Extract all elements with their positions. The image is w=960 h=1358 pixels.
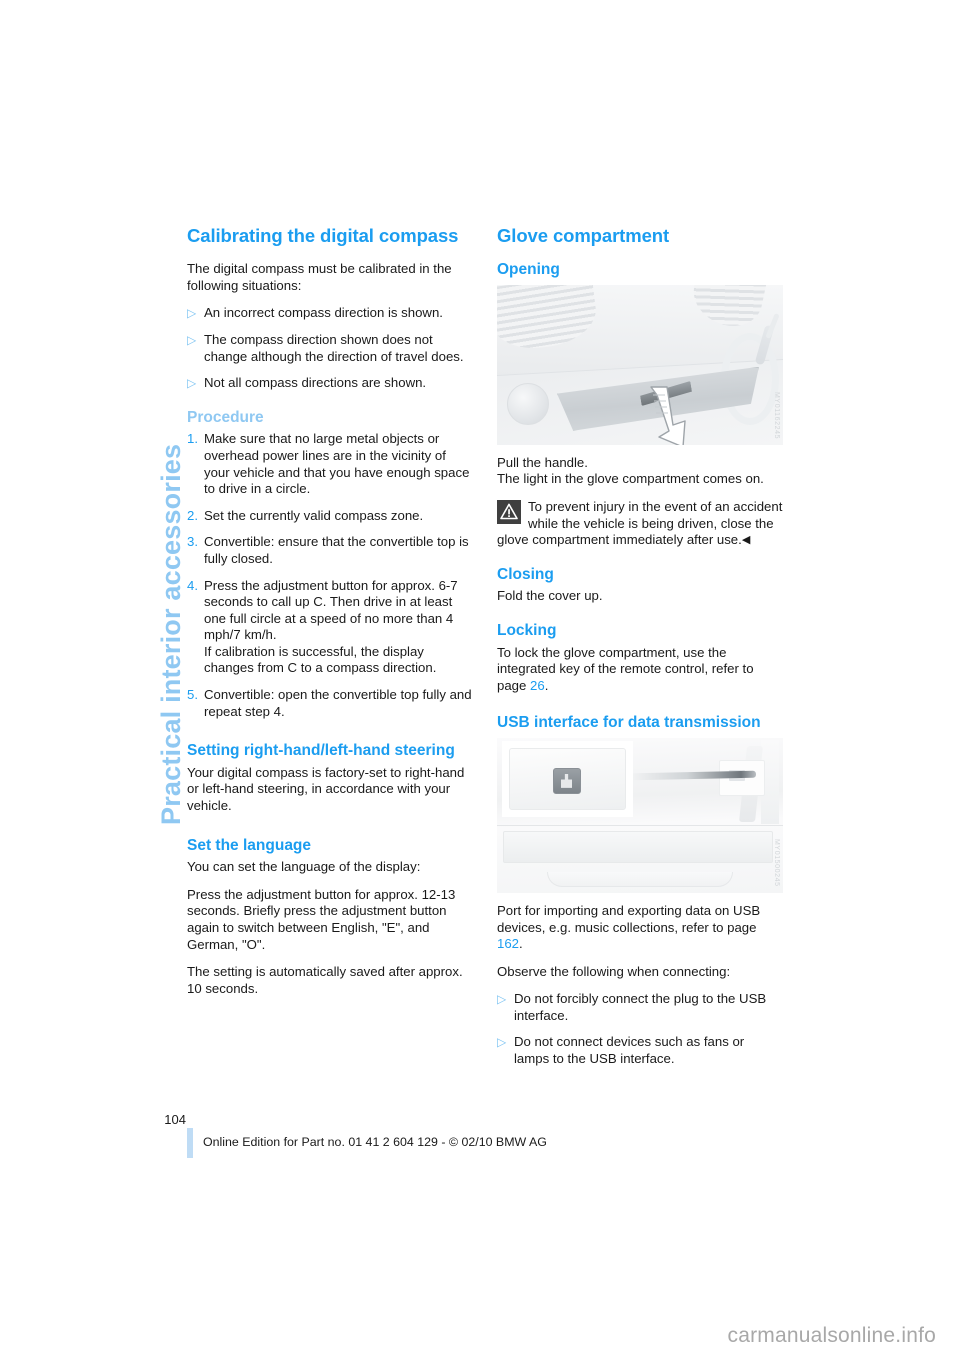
list-item: 5. Convertible: open the convertible top… — [187, 687, 473, 720]
locking-text-after: . — [544, 677, 549, 693]
triangle-bullet-icon: ▷ — [187, 376, 197, 391]
step-text: Convertible: open the convertible top fu… — [204, 687, 472, 719]
list-item-text: Do not connect devices such as fans or l… — [514, 1034, 745, 1067]
step-number: 4. — [187, 577, 198, 593]
warning-text: To prevent injury in the event of an acc… — [497, 498, 783, 548]
list-item: 2. Set the currently valid compass zone. — [187, 508, 473, 525]
pull-direction-arrow-icon — [650, 386, 686, 445]
list-item-text: The compass direction shown does not cha… — [204, 331, 464, 364]
usb-notes-list: ▷ Do not forcibly connect the plug to th… — [497, 991, 783, 1067]
right-column: Glove compartment Opening MY01162245 Pul… — [497, 225, 783, 1079]
list-item: 4. Press the adjustment button for appro… — [187, 578, 473, 678]
page-reference-162[interactable]: 162 — [497, 936, 519, 951]
triangle-bullet-icon: ▷ — [497, 992, 507, 1007]
language-text-1: You can set the language of the display: — [187, 859, 421, 875]
compass-situations-list: ▷ An incorrect compass direction is show… — [187, 305, 473, 391]
heading-calibrating-digital-compass: Calibrating the digital compass — [187, 225, 459, 246]
step-text: Convertible: ensure that the convertible… — [204, 534, 469, 566]
list-item: ▷ An incorrect compass direction is show… — [187, 305, 473, 322]
triangle-bullet-icon: ▷ — [497, 1035, 507, 1050]
language-text-3: The setting is automatically saved after… — [187, 964, 463, 996]
list-item-text: Do not forcibly connect the plug to the … — [514, 991, 767, 1023]
list-item: ▷ Do not forcibly connect the plug to th… — [497, 991, 783, 1024]
locking-text: To lock the glove compartment, use the i… — [497, 645, 783, 695]
chapter-tab: Practical interior accessories — [118, 225, 186, 845]
list-item: 1. Make sure that no large metal objects… — [187, 431, 473, 497]
compass-procedure-list: 1. Make sure that no large metal objects… — [187, 431, 473, 720]
figure-reference-code: MY01162245 — [773, 391, 780, 439]
footer-rule — [187, 1128, 193, 1158]
heading-opening: Opening — [497, 261, 560, 279]
heading-procedure: Procedure — [187, 408, 264, 426]
usb-observe-text: Observe the following when connecting: — [497, 963, 731, 979]
heading-closing: Closing — [497, 565, 554, 583]
list-item: ▷ Do not connect devices such as fans or… — [497, 1034, 783, 1067]
list-item: ▷ Not all compass directions are shown. — [187, 375, 473, 392]
usb-description: Port for importing and exporting data on… — [497, 903, 783, 953]
list-item: ▷ The compass direction shown does not c… — [187, 332, 473, 365]
triangle-bullet-icon: ▷ — [187, 332, 197, 347]
usb-detail-inset — [503, 741, 632, 816]
warning-end-mark: ◀ — [741, 534, 751, 547]
usb-port-icon — [553, 767, 581, 794]
usb-text-after: . — [519, 936, 523, 952]
heading-glove-compartment: Glove compartment — [497, 225, 670, 246]
list-item: 3. Convertible: ensure that the converti… — [187, 534, 473, 567]
triangle-bullet-icon: ▷ — [187, 306, 197, 321]
heading-locking: Locking — [497, 621, 557, 639]
list-item-text: An incorrect compass direction is shown. — [204, 305, 443, 321]
steering-text: Your digital compass is factory-set to r… — [187, 764, 465, 814]
left-column: Calibrating the digital compass The digi… — [187, 225, 473, 1008]
heading-setting-steering: Setting right-hand/left-hand steering — [187, 742, 455, 760]
chapter-tab-label: Practical interior accessories — [156, 443, 186, 825]
glove-caption-line-1: Pull the handle. — [497, 454, 588, 470]
step-number: 3. — [187, 534, 198, 550]
console-lip — [547, 871, 733, 887]
figure-glove-compartment: MY01162245 — [497, 284, 783, 445]
figure-usb-interface: MY01500245 — [497, 737, 783, 893]
manual-page: Practical interior accessories Calibrati… — [0, 0, 960, 1358]
step-number: 1. — [187, 431, 198, 447]
console-tray — [503, 830, 773, 863]
watermark: carmanualsonline.info — [727, 1324, 936, 1347]
heading-usb-interface: USB interface for data transmission — [497, 714, 761, 732]
glove-caption-line-2: The light in the glove compartment comes… — [497, 471, 764, 487]
page-reference-26[interactable]: 26 — [530, 678, 545, 693]
step-text: Press the adjustment button for approx. … — [204, 577, 458, 676]
usb-text-before: Port for importing and exporting data on… — [497, 902, 761, 935]
footer-text: Online Edition for Part no. 01 41 2 604 … — [203, 1135, 547, 1149]
closing-text: Fold the cover up. — [497, 588, 603, 604]
figure-reference-code: MY01500245 — [773, 839, 780, 887]
dashboard-knob-icon — [507, 382, 549, 425]
step-number: 2. — [187, 507, 198, 523]
step-text: Set the currently valid compass zone. — [204, 507, 424, 523]
step-number: 5. — [187, 687, 198, 703]
step-text: Make sure that no large metal objects or… — [204, 431, 470, 497]
compass-intro-text: The digital compass must be calibrated i… — [187, 261, 452, 293]
heading-set-the-language: Set the language — [187, 836, 312, 854]
page-number: 104 — [164, 1112, 186, 1127]
warning-triangle-icon — [497, 499, 521, 524]
console-divider-line — [497, 824, 783, 826]
list-item-text: Not all compass directions are shown. — [204, 375, 427, 391]
language-text-2: Press the adjustment button for approx. … — [187, 886, 456, 952]
warning-block: To prevent injury in the event of an acc… — [497, 499, 783, 549]
